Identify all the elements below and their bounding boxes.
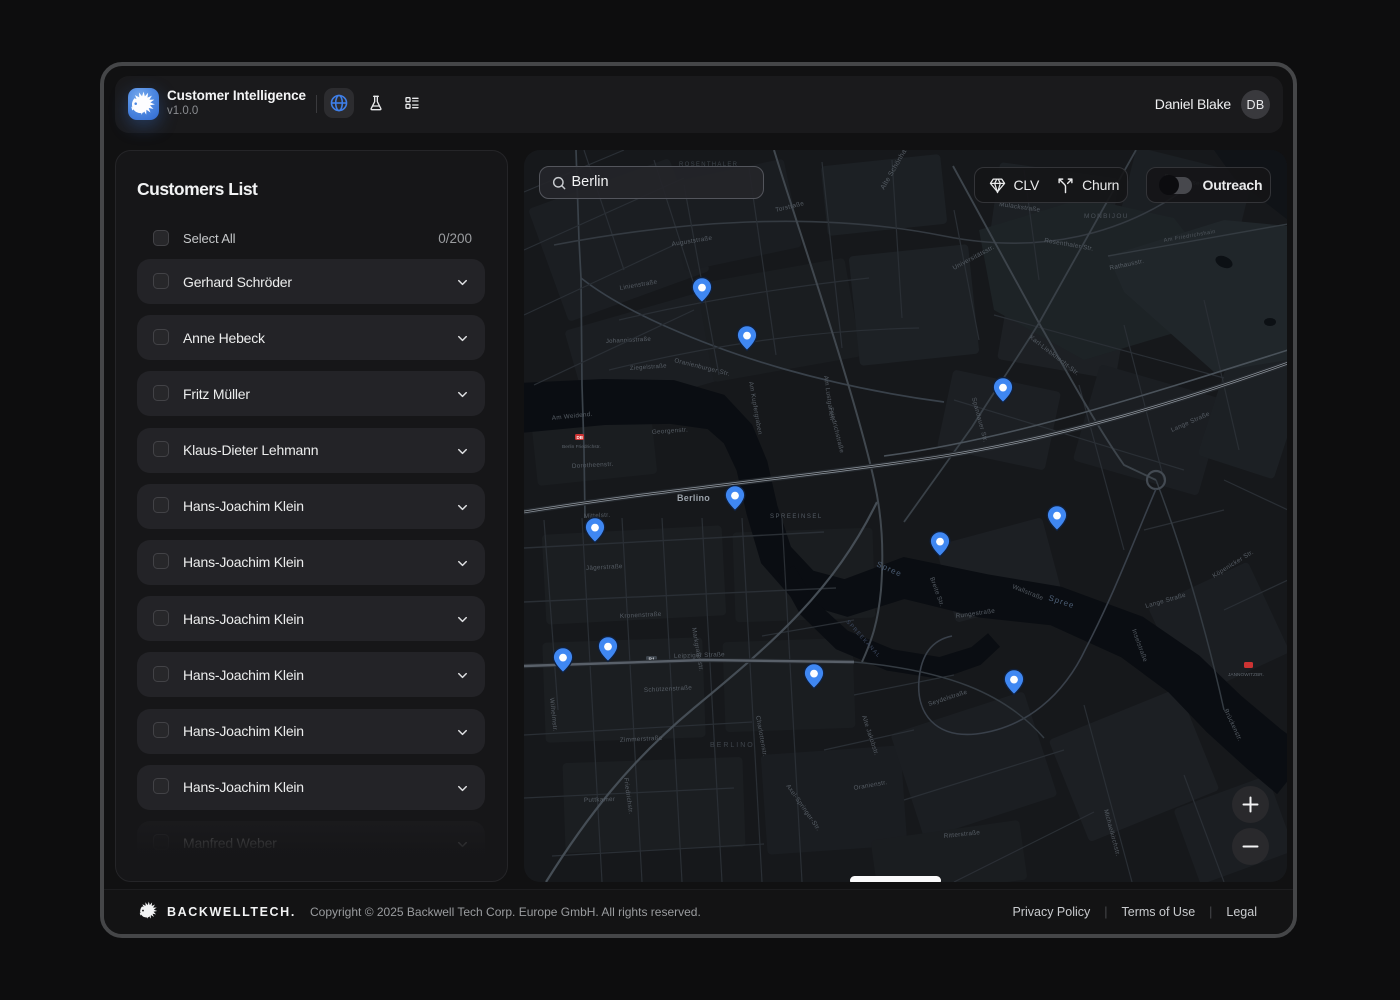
svg-text:Puttkamer: Puttkamer [583,796,615,804]
svg-text:SPREEINSEL: SPREEINSEL [770,514,823,520]
svg-text:JANNOWITZBR.: JANNOWITZBR. [1228,672,1264,678]
svg-text:Berlin Friedrichstr.: Berlin Friedrichstr. [562,444,601,450]
svg-text:Berlino: Berlino [677,493,710,503]
svg-text:DB: DB [576,435,583,440]
svg-text:BERLINO: BERLINO [710,742,755,749]
svg-text:MONBIJOU: MONBIJOU [1084,213,1129,220]
